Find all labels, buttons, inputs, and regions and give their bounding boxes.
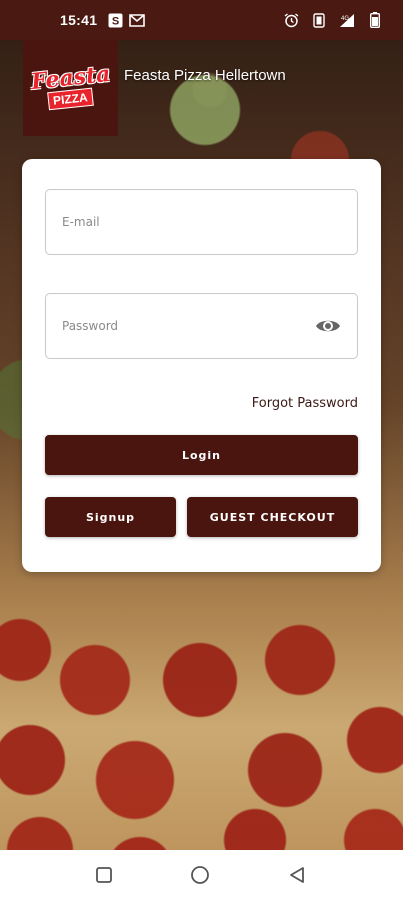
status-time: 15:41 bbox=[60, 12, 98, 28]
signal-icon: 4G bbox=[339, 12, 355, 28]
system-nav-bar bbox=[0, 850, 403, 900]
password-field[interactable] bbox=[45, 293, 358, 359]
guest-checkout-button[interactable]: GUEST CHECKOUT bbox=[187, 497, 358, 537]
logo-script-text: Feasta bbox=[29, 60, 112, 96]
email-input[interactable] bbox=[62, 215, 341, 229]
logo-sub-text: PIZZA bbox=[47, 87, 94, 111]
triangle-back-icon[interactable] bbox=[287, 865, 307, 885]
login-card: Forgot Password Login Signup GUEST CHECK… bbox=[22, 159, 381, 572]
alarm-icon bbox=[283, 12, 299, 28]
circle-icon[interactable] bbox=[190, 865, 210, 885]
svg-text:4G: 4G bbox=[341, 16, 349, 22]
battery-icon bbox=[367, 12, 383, 28]
login-button[interactable]: Login bbox=[45, 435, 358, 475]
s-app-icon: S bbox=[107, 12, 123, 28]
status-bar: 15:41 S 4G bbox=[0, 0, 403, 40]
forgot-password-link[interactable]: Forgot Password bbox=[252, 396, 358, 411]
eye-icon[interactable] bbox=[315, 313, 341, 339]
brand-logo: Feasta PIZZA bbox=[23, 40, 118, 136]
vibrate-icon bbox=[311, 12, 327, 28]
gmail-icon bbox=[129, 12, 146, 28]
store-name: Feasta Pizza Hellertown bbox=[124, 67, 286, 84]
svg-text:S: S bbox=[112, 15, 119, 27]
signup-button[interactable]: Signup bbox=[45, 497, 176, 537]
password-input[interactable] bbox=[62, 319, 315, 333]
square-icon[interactable] bbox=[94, 865, 114, 885]
email-field[interactable] bbox=[45, 189, 358, 255]
